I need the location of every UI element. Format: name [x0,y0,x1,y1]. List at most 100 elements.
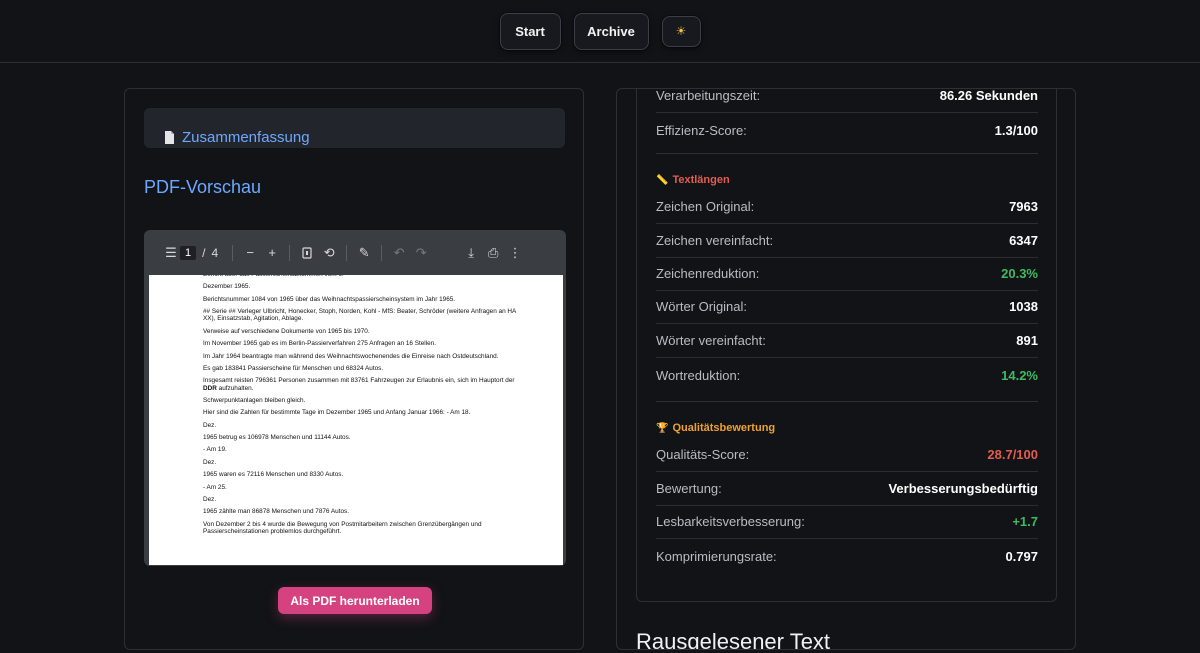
theme-toggle-button[interactable]: ☀ [661,15,701,47]
more-options-icon[interactable]: ⋮ [504,242,526,264]
stat-value: 86.26 Sekunden [939,88,1038,103]
stat-label: Effizienz-Score: [656,122,747,138]
stat-row-chars-simplified: Zeichen vereinfacht: 6347 [656,224,1038,258]
pdf-viewer[interactable]: ☰ 1 / 4 − + ⟲ ✎ ↶ ↷ ⤓ ⎙ ⋮ Bericht über d… [144,230,566,566]
stat-row-compression: Komprimierungsrate: 0.797 [656,539,1038,573]
stat-value: 1.3/100 [994,122,1038,138]
archive-button[interactable]: Archive [573,12,649,50]
ruler-icon: 📏 [656,174,669,186]
pdf-text-line: Dezember 1965. [203,283,251,291]
pdf-text-line: 1965 betrug es 106978 Menschen und 11144… [203,434,351,442]
stat-label: Komprimierungsrate: [656,548,777,564]
pdf-text-line: Dez. [203,458,217,466]
trophy-icon: 🏆 [656,422,669,434]
undo-icon[interactable]: ↶ [388,242,410,264]
toolbar-divider [346,244,348,261]
toolbar-divider [289,244,291,261]
pdf-text-line: Verweise auf verschiedene Dokumente von … [203,327,370,335]
stat-value: 20.3% [1001,266,1038,281]
stat-label: Lesbarkeitsverbesserung: [656,514,805,529]
stat-label: Zeichenreduktion: [656,266,760,281]
pdf-text-line: Bericht über das Passierscheinabkommen v… [203,275,523,278]
stat-row-words-original: Wörter Original: 1038 [656,290,1038,324]
stat-label: Zeichen Original: [656,199,755,214]
stat-row-quality-score: Qualitäts-Score: 28.7/100 [656,438,1038,472]
pdf-page: Bericht über das Passierscheinabkommen v… [149,275,563,565]
download-icon[interactable]: ⤓ [460,242,482,264]
extracted-text-heading: Rausgelesener Text [636,629,831,650]
stat-row-char-reduction: Zeichenreduktion: 20.3% [656,257,1038,291]
zoom-in-icon[interactable]: + [261,242,283,264]
pdf-text-line: Hier sind die Zahlen für bestimmte Tage … [203,409,471,417]
stat-row-readability: Lesbarkeitsverbesserung: +1.7 [656,505,1038,539]
start-button[interactable]: Start [499,12,561,50]
sidebar-toggle-icon[interactable]: ☰ [164,242,178,264]
pdf-text-line: Im Jahr 1964 beantragte man während des … [203,352,499,360]
stat-row-efficiency: Effizienz-Score: 1.3/100 [656,113,1038,147]
stat-value: 0.797 [1005,548,1038,564]
pdf-text-line: - Am 19. [203,446,227,454]
stat-value: +1.7 [1012,514,1038,529]
zoom-out-icon[interactable]: − [239,242,261,264]
stat-row-processing-time: Verarbeitungszeit: 86.26 Sekunden [656,88,1038,113]
stat-label: Zeichen vereinfacht: [656,233,774,248]
pdf-text-line: Insgesamt reisten 796361 Personen zusamm… [203,377,515,392]
summary-accordion[interactable]: Zusammenfassung [144,108,565,148]
left-panel: Zusammenfassung PDF-Vorschau ☰ 1 / 4 − +… [124,88,584,650]
document-icon [164,131,175,144]
pdf-toolbar: ☰ 1 / 4 − + ⟲ ✎ ↶ ↷ ⤓ ⎙ ⋮ [144,230,566,275]
stat-row-chars-original: Zeichen Original: 7963 [656,190,1038,224]
text-lengths-heading-label: Textlängen [672,174,730,186]
quality-heading: 🏆 Qualitätsbewertung [656,422,775,434]
stat-value: Verbesserungsbedürftig [888,481,1038,496]
pdf-text-line: 1965 waren es 72116 Menschen und 8330 Au… [203,471,344,479]
pdf-text-line: - Am 25. [203,483,227,491]
section-divider [656,153,1038,154]
page-separator: / [202,245,206,260]
section-divider [656,401,1038,402]
toolbar-divider [232,244,234,261]
stat-value: 891 [1016,333,1038,348]
stat-row-rating: Bewertung: Verbesserungsbedürftig [656,472,1038,506]
summary-header[interactable]: Zusammenfassung [164,129,310,146]
sun-icon: ☀ [675,24,687,38]
page-number-input[interactable]: 1 [180,245,197,260]
top-navigation: Start Archive ☀ [0,0,1200,63]
quality-heading-label: Qualitätsbewertung [672,422,776,434]
summary-link[interactable]: Zusammenfassung [182,129,310,146]
toolbar-divider [381,244,383,261]
pdf-text-line: Dez. [203,421,217,429]
pdf-text-line: Von Dezember 2 bis 4 wurde die Bewegung … [203,520,482,536]
rotate-icon[interactable]: ⟲ [318,242,340,264]
stat-label: Verarbeitungszeit: [656,88,761,103]
statistics-panel: Verarbeitungszeit: 86.26 Sekunden Effizi… [636,88,1057,602]
redo-icon[interactable]: ↷ [410,242,432,264]
pdf-text-line: Es gab 183841 Passierscheine für Mensche… [203,364,384,372]
text-lengths-heading: 📏 Textlängen [656,174,730,186]
stat-value: 7963 [1009,199,1038,214]
stat-value: 14.2% [1001,367,1038,383]
stat-label: Wortreduktion: [656,367,741,383]
pdf-page-text: Bericht über das Passierscheinabkommen v… [203,275,523,540]
stat-label: Qualitäts-Score: [656,447,750,462]
stat-value: 28.7/100 [987,447,1038,462]
stat-value: 6347 [1009,233,1038,248]
draw-icon[interactable]: ✎ [353,242,375,264]
pdf-text-line: 1965 zählte man 86878 Menschen und 7876 … [203,508,350,516]
stat-label: Wörter Original: [656,299,748,314]
pdf-text-line: Schwerpunktanlagen bleiben gleich. [203,396,306,404]
total-pages: 4 [211,245,219,260]
stat-row-word-reduction: Wortreduktion: 14.2% [656,358,1038,392]
stat-row-words-simplified: Wörter vereinfacht: 891 [656,324,1038,358]
fit-page-icon[interactable] [296,242,318,264]
right-panel: Verarbeitungszeit: 86.26 Sekunden Effizi… [616,88,1076,650]
download-pdf-button[interactable]: Als PDF herunterladen [278,587,432,614]
pdf-text-line: ## Serie ## Verleger Ulbricht, Honecker,… [203,308,516,323]
stat-label: Wörter vereinfacht: [656,333,766,348]
pdf-text-line: Berichtsnummer 1084 von 1965 über das We… [203,295,456,303]
print-icon[interactable]: ⎙ [482,242,504,264]
pdf-preview-title: PDF-Vorschau [144,177,262,197]
pdf-text-line: Im November 1965 gab es im Berlin-Passie… [203,340,437,348]
stat-value: 1038 [1009,299,1038,314]
stat-label: Bewertung: [656,481,722,496]
